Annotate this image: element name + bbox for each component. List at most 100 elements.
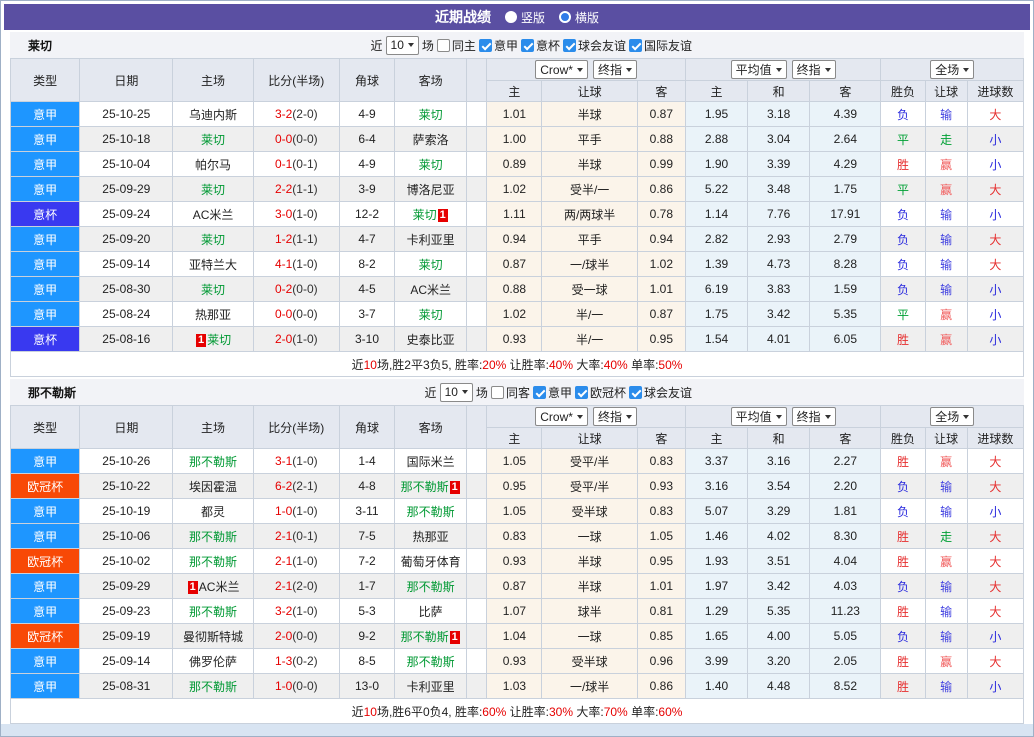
spacer-cell [466,101,488,127]
competition-checkbox[interactable]: 球会友谊 [628,384,692,401]
results-table: 类型 日期 主场 比分(半场) 角球 客场 Crow* 终指 平均值 终指 全场主让球客主和客胜负让… [9,58,1025,377]
matches-unit-label: 场 [421,38,434,53]
competition-label: 意甲 [493,38,518,53]
match-type-badge: 意甲 [9,523,81,549]
competition-checkbox[interactable]: 欧冠杯 [574,384,626,401]
away-team-name: 卡利亚里 [406,679,455,694]
rank-badge: 1 [449,630,460,644]
home-team-name: 那不勒斯 [189,529,238,544]
handicap-outcome: 输 [924,573,968,599]
corner-score: 5-3 [338,598,396,624]
summary-text: 50% [658,357,683,372]
spacer-cell [466,548,488,574]
odds-source-select[interactable]: Crow* [535,60,588,79]
corner-score: 9-2 [338,623,396,649]
layout-horizontal-radio[interactable]: 横版 [559,9,599,26]
column-header: 类型 [9,405,81,449]
rank-badge: 1 [187,580,198,594]
away-team-name: 葡萄牙体育 [400,554,461,569]
avg-away-odds: 4.03 [809,573,882,599]
match-date: 25-09-23 [79,598,174,624]
sub-column-header: 主 [684,80,749,102]
handicap-outcome: 输 [924,251,968,277]
avg-away-odds: 5.05 [809,623,882,649]
goals-outcome: 大 [966,523,1025,549]
match-type-badge: 意甲 [9,251,81,277]
fulltime-group-controls: 全场 [930,407,975,426]
column-header: 类型 [9,58,81,102]
handicap-outcome: 输 [924,201,968,227]
avg-draw-odds: 3.29 [747,498,811,524]
average-time-select[interactable]: 终指 [791,407,836,426]
handicap-line: 平手 [541,226,638,252]
scope-select[interactable]: 全场 [930,60,975,79]
home-team: 1 莱切 [172,326,254,352]
avg-home-odds: 3.99 [684,648,749,674]
goals-outcome: 小 [966,276,1025,302]
away-team: 那不勒斯 [394,498,468,524]
goals-outcome: 小 [966,126,1025,152]
competition-checkbox[interactable]: 球会友谊 [562,37,626,54]
match-date: 25-10-19 [79,498,174,524]
home-team-name: 亚特兰大 [189,257,238,272]
avg-draw-odds: 3.54 [747,473,811,499]
avg-away-odds: 2.79 [809,226,882,252]
odds-time-select[interactable]: 终指 [592,60,637,79]
match-count-select[interactable]: 10 [439,382,473,402]
competition-checkbox[interactable]: 意甲 [478,37,518,54]
result-outcome: 负 [880,251,926,277]
handicap-outcome: 赢 [924,648,968,674]
match-count-select[interactable]: 10 [385,35,419,55]
odds-time-select[interactable]: 终指 [592,407,637,426]
match-type-badge: 意甲 [9,673,81,699]
away-team: 史泰比亚 [394,326,468,352]
checkbox-unchecked-icon [490,385,504,399]
competition-checkbox[interactable]: 国际友谊 [628,37,692,54]
home-team-name: 莱切 [201,282,226,297]
matches-unit-label: 场 [475,385,488,400]
summary-text: 场,胜2平3负5, 胜率: [376,357,483,372]
match-date: 25-08-30 [79,276,174,302]
filter-controls: 近 10 场 同客 意甲 欧冠杯 球会友谊 [425,382,692,402]
match-row: 意甲 25-10-19 都灵 1-0(1-0) 3-11 那不勒斯 1.05 受半球 0.83 5… [9,498,1025,524]
handicap-line: 平手 [541,126,638,152]
handicap-line: 半球 [541,101,638,127]
avg-away-odds: 17.91 [809,201,882,227]
away-odds: 0.94 [636,226,686,252]
layout-vertical-radio[interactable]: 竖版 [504,9,545,26]
home-odds: 0.94 [486,226,543,252]
match-date: 25-09-29 [79,573,174,599]
home-odds: 0.93 [486,326,543,352]
away-team-name: 那不勒斯 [406,504,455,519]
match-score: 3-1(1-0) [252,448,340,474]
same-venue-checkbox[interactable]: 同主 [436,37,476,54]
summary-text: 30% [549,704,574,719]
average-select[interactable]: 平均值 [730,60,787,79]
match-row: 欧冠杯 25-10-02 那不勒斯 2-1(1-0) 7-2 葡萄牙体育 0.93 半球 0.9… [9,548,1025,574]
summary-text: 20% [482,357,507,372]
sub-column-header: 进球数 [966,427,1025,449]
match-type-badge: 意甲 [9,101,81,127]
dropdown-arrow-icon [775,414,782,419]
competition-label: 国际友谊 [643,38,692,53]
average-select[interactable]: 平均值 [730,407,787,426]
fulltime-score: 0-1 [274,157,293,171]
odds-source-select[interactable]: Crow* [535,407,588,426]
handicap-line: 受一球 [541,276,638,302]
competition-checkbox[interactable]: 意甲 [532,384,572,401]
same-venue-checkbox[interactable]: 同客 [490,384,530,401]
home-team-name: 那不勒斯 [189,454,238,469]
average-time-select[interactable]: 终指 [791,60,836,79]
checkbox-checked-icon [628,38,642,52]
away-team-name: 热那亚 [412,529,449,544]
away-team: 卡利亚里 [394,226,468,252]
competition-checkbox[interactable]: 意杯 [520,37,560,54]
home-odds: 1.05 [486,448,543,474]
match-type-badge: 意甲 [9,226,81,252]
home-odds: 1.11 [486,201,543,227]
corner-score: 1-4 [338,448,396,474]
corner-score: 8-2 [338,251,396,277]
avg-away-odds: 1.59 [809,276,882,302]
dropdown-arrow-icon [461,390,468,394]
scope-select[interactable]: 全场 [930,407,975,426]
